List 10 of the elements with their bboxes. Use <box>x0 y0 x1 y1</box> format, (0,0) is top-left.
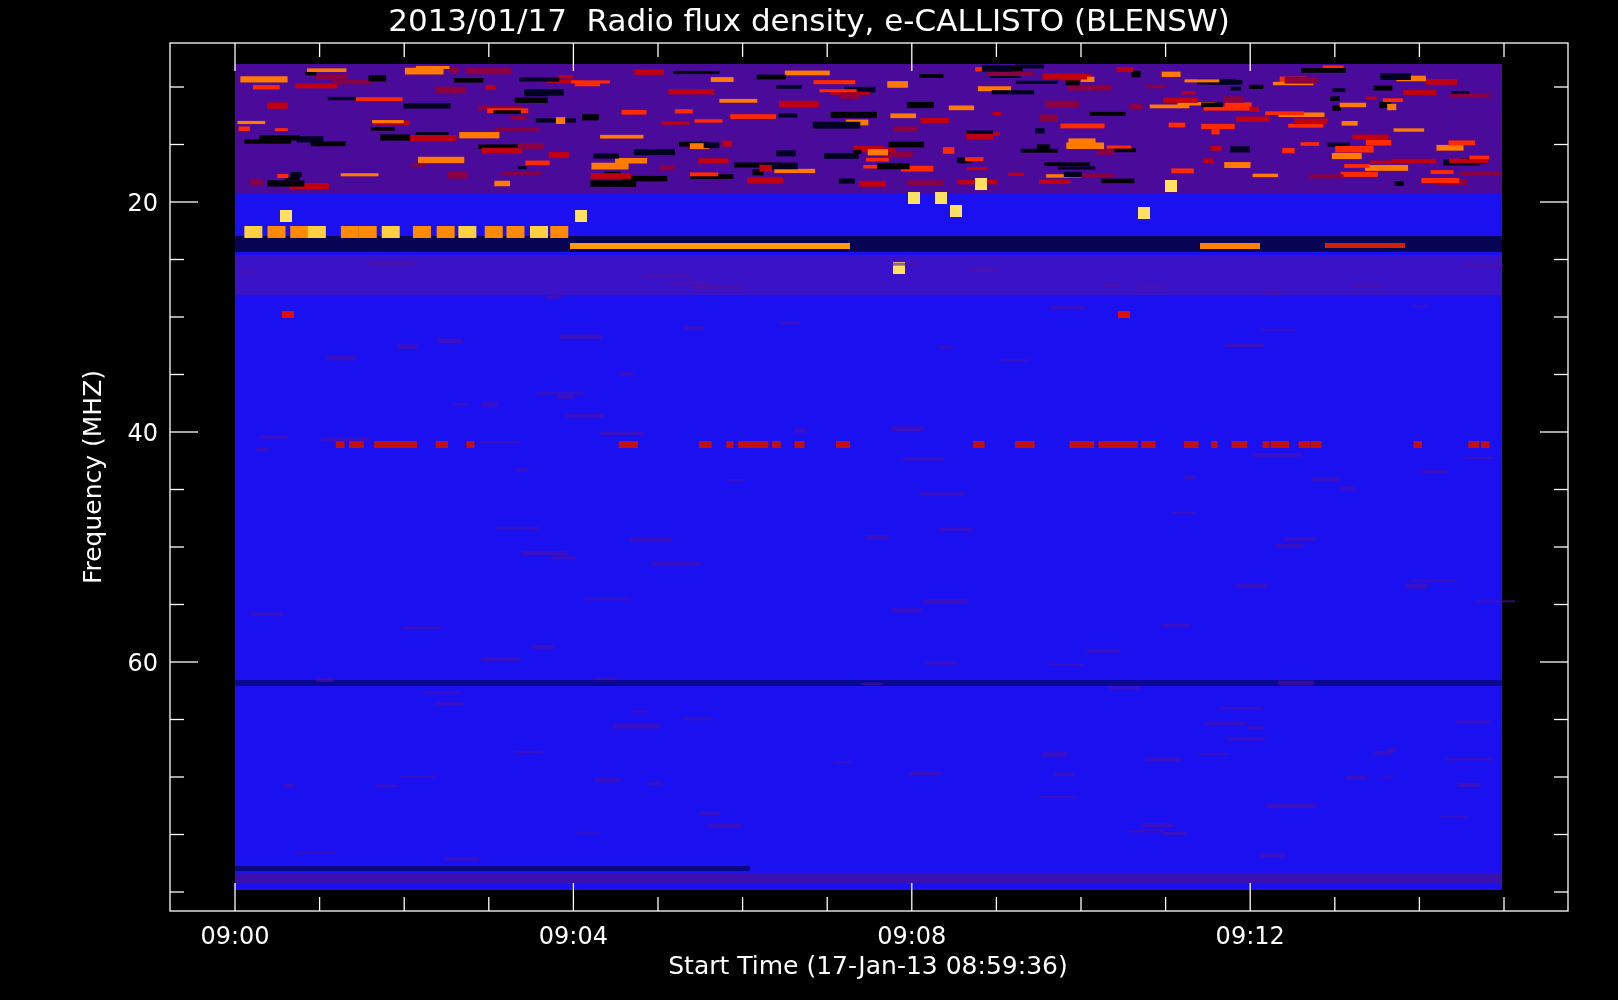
x-tick-label: 09:04 <box>538 922 608 950</box>
y-tick-label: 20 <box>127 189 158 217</box>
y-tick-label: 60 <box>127 649 158 677</box>
x-tick-label: 09:12 <box>1215 922 1285 950</box>
x-tick-label: 09:08 <box>877 922 947 950</box>
x-axis-label: Start Time (17-Jan-13 08:59:36) <box>668 951 1068 980</box>
y-axis-label: Frequency (MHZ) <box>78 369 107 585</box>
chart-title: 2013/01/17 Radio flux density, e-CALLISTO (BLENSW) <box>388 2 1230 38</box>
y-tick-label: 40 <box>127 419 158 447</box>
x-tick-label: 09:00 <box>200 922 270 950</box>
